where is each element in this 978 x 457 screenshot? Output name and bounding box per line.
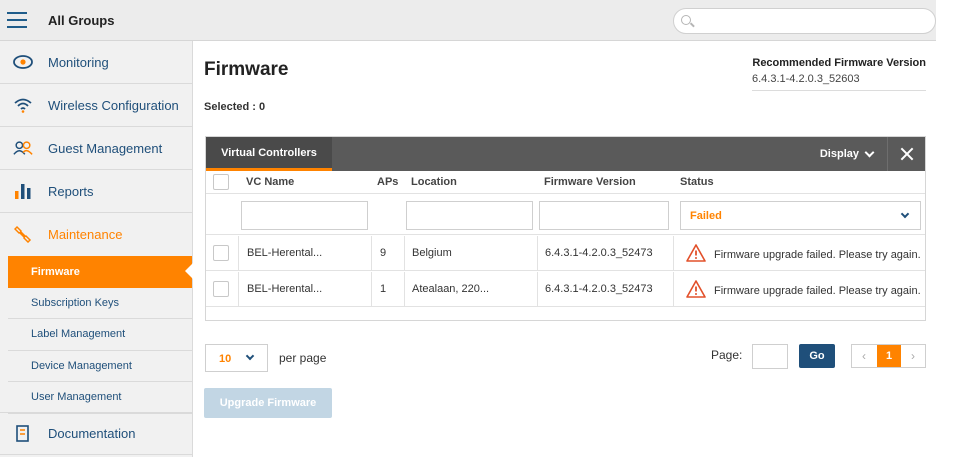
display-dropdown[interactable]: Display — [819, 147, 875, 160]
warning-icon — [686, 244, 706, 262]
row-checkbox[interactable] — [213, 245, 229, 261]
sidebar-item-documentation[interactable]: Documentation — [0, 412, 192, 455]
sidebar-item-label: Reports — [48, 183, 94, 199]
sidebar: Monitoring Wireless Configuration Guest … — [0, 41, 193, 457]
search-icon — [681, 15, 691, 25]
column-header-aps[interactable]: APs — [377, 176, 398, 188]
sidebar-item-reports[interactable]: Reports — [0, 170, 192, 213]
close-icon[interactable] — [887, 137, 925, 171]
vc-name-cell[interactable]: BEL-Herental... — [247, 247, 322, 259]
sidebar-item-wireless-configuration[interactable]: Wireless Configuration — [0, 84, 192, 127]
location-cell: Belgium — [412, 247, 452, 259]
per-page-select[interactable]: 10 — [205, 344, 268, 372]
location-filter-input[interactable] — [406, 201, 533, 230]
users-icon — [13, 139, 33, 157]
select-all-checkbox[interactable] — [213, 174, 229, 190]
chevron-down-icon — [864, 147, 875, 157]
selected-count: Selected : 0 — [204, 101, 266, 113]
pager: ‹ 1 › — [851, 344, 926, 368]
top-bar: All Groups — [0, 0, 936, 41]
table-row[interactable]: BEL-Herental... 1 Atealaan, 220... 6.4.3… — [206, 272, 925, 307]
document-icon — [13, 425, 33, 443]
sidebar-item-maintenance[interactable]: Maintenance — [0, 213, 192, 256]
column-header-vc-name[interactable]: VC Name — [246, 176, 294, 188]
sidebar-subitem-label-management[interactable]: Label Management — [8, 319, 192, 351]
sidebar-item-monitoring[interactable]: Monitoring — [0, 41, 192, 84]
main-content: Firmware Recommended Firmware Version 6.… — [193, 41, 936, 457]
sidebar-item-label: Guest Management — [48, 140, 163, 156]
column-header-row: VC Name APs Location Firmware Version St… — [206, 171, 925, 194]
sidebar-subitem-user-management[interactable]: User Management — [8, 382, 192, 414]
wifi-icon — [13, 96, 33, 114]
location-cell: Atealaan, 220... — [412, 283, 490, 295]
upgrade-firmware-button[interactable]: Upgrade Firmware — [204, 388, 332, 418]
per-page-value: 10 — [219, 353, 232, 365]
current-page-button[interactable]: 1 — [877, 345, 901, 367]
filter-row: Failed — [206, 195, 925, 235]
group-title[interactable]: All Groups — [48, 13, 114, 28]
display-label: Display — [819, 148, 859, 160]
divider — [752, 90, 926, 91]
hamburger-icon[interactable] — [7, 12, 27, 28]
per-page-label: per page — [279, 351, 327, 365]
controllers-grid: Virtual Controllers Display VC Name APs … — [205, 136, 926, 321]
firmware-version-cell: 6.4.3.1-4.2.0.3_52473 — [545, 247, 653, 259]
tab-virtual-controllers[interactable]: Virtual Controllers — [206, 137, 332, 171]
row-checkbox[interactable] — [213, 281, 229, 297]
prev-page-button[interactable]: ‹ — [852, 345, 876, 367]
next-page-button[interactable]: › — [901, 345, 925, 367]
status-filter-select[interactable]: Failed — [680, 201, 921, 230]
page-label: Page: — [711, 348, 743, 362]
sidebar-item-label: Wireless Configuration — [48, 97, 179, 113]
vc-name-filter-input[interactable] — [241, 201, 368, 230]
status-cell: Firmware upgrade failed. Please try agai… — [714, 285, 921, 297]
column-header-location[interactable]: Location — [411, 176, 457, 188]
sidebar-item-label: Monitoring — [48, 54, 109, 70]
recommended-firmware-value: 6.4.3.1-4.2.0.3_52603 — [752, 73, 860, 85]
page-title: Firmware — [204, 59, 289, 80]
chevron-down-icon — [245, 351, 255, 361]
go-button[interactable]: Go — [799, 344, 835, 368]
bar-chart-icon — [13, 182, 33, 200]
maintenance-subnav: Firmware Subscription Keys Label Managem… — [0, 256, 193, 414]
sidebar-subitem-subscription-keys[interactable]: Subscription Keys — [8, 288, 192, 319]
sidebar-item-guest-management[interactable]: Guest Management — [0, 127, 192, 170]
wrench-icon — [13, 225, 33, 243]
status-filter-value: Failed — [690, 210, 722, 222]
page-number-input[interactable] — [752, 344, 788, 369]
firmware-filter-input[interactable] — [539, 201, 669, 230]
status-cell: Firmware upgrade failed. Please try agai… — [714, 249, 921, 261]
eye-icon — [13, 53, 33, 71]
warning-icon — [686, 280, 706, 298]
recommended-firmware-title: Recommended Firmware Version — [752, 57, 926, 69]
search-input[interactable] — [673, 8, 936, 34]
vc-name-cell[interactable]: BEL-Herental... — [247, 283, 322, 295]
sidebar-item-label: Documentation — [48, 426, 136, 441]
grid-header: Virtual Controllers Display — [206, 137, 925, 171]
column-header-firmware-version[interactable]: Firmware Version — [544, 176, 636, 188]
sidebar-subitem-device-management[interactable]: Device Management — [8, 351, 192, 382]
aps-cell: 1 — [380, 283, 387, 295]
chevron-down-icon — [900, 209, 910, 219]
table-row[interactable]: BEL-Herental... 9 Belgium 6.4.3.1-4.2.0.… — [206, 236, 925, 271]
sidebar-subitem-firmware[interactable]: Firmware — [8, 256, 193, 288]
column-header-status[interactable]: Status — [680, 176, 714, 188]
sidebar-item-label: Maintenance — [48, 227, 123, 242]
aps-cell: 9 — [380, 247, 387, 259]
firmware-version-cell: 6.4.3.1-4.2.0.3_52473 — [545, 283, 653, 295]
